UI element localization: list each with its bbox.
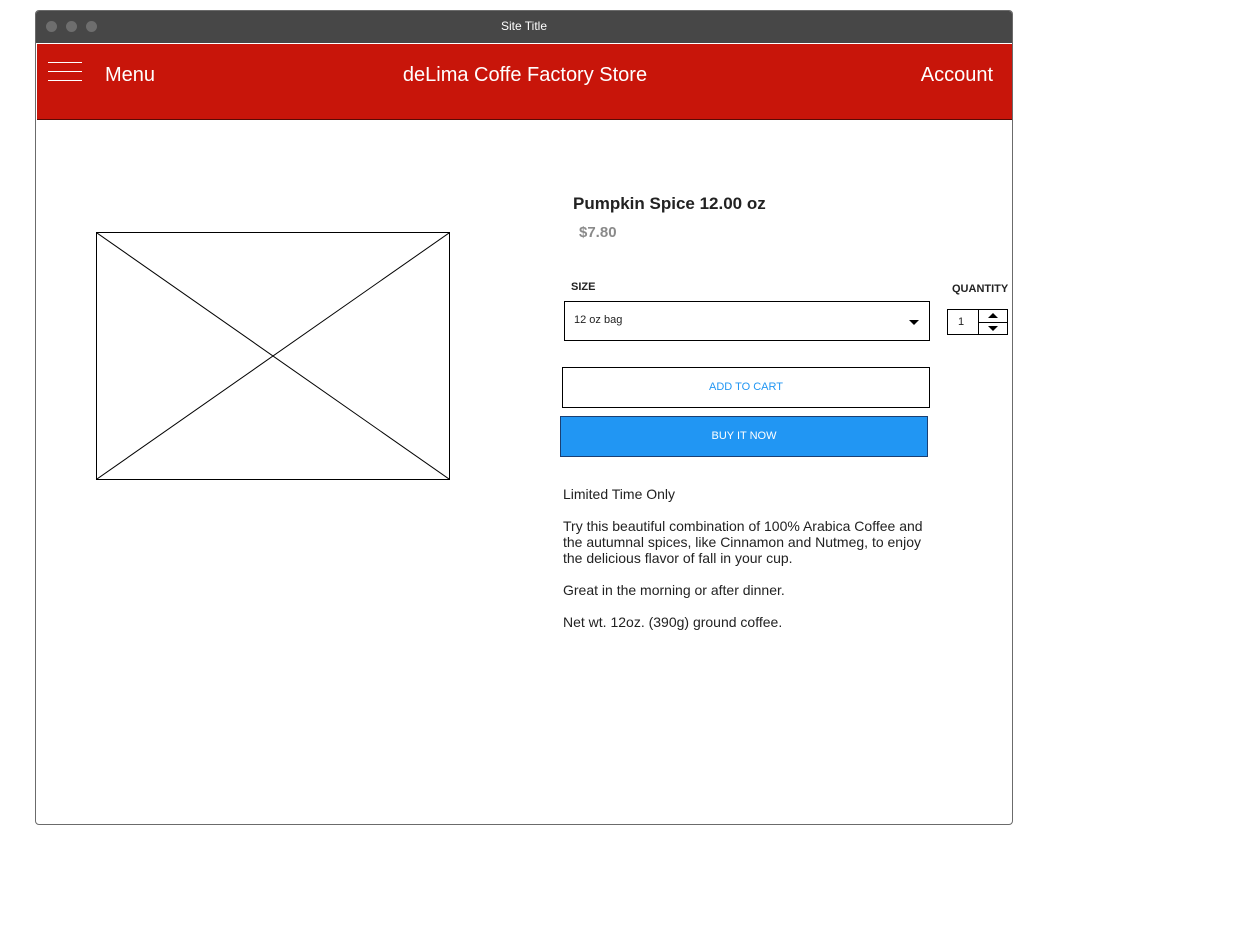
quantity-stepper: 1 (947, 309, 1008, 335)
chevron-down-icon (909, 320, 919, 325)
description-paragraph: Try this beautiful combination of 100% A… (563, 518, 923, 566)
buy-now-button[interactable]: BUY IT NOW (560, 416, 928, 457)
quantity-increment-button[interactable] (979, 310, 1007, 322)
size-label: SIZE (571, 281, 596, 293)
window-title: Site Title (500, 19, 548, 33)
site-navbar: Menu deLima Coffe Factory Store Account (37, 44, 1012, 120)
image-placeholder-icon (97, 233, 449, 479)
quantity-label: QUANTITY (952, 283, 1009, 295)
product-price: $7.80 (579, 224, 617, 241)
description-paragraph: Limited Time Only (563, 486, 676, 502)
description-paragraph: Net wt. 12oz. (390g) ground coffee. (563, 614, 783, 630)
product-image-placeholder (96, 232, 450, 480)
store-title[interactable]: deLima Coffe Factory Store (37, 64, 1012, 87)
window-titlebar: Site Title (36, 11, 1012, 43)
browser-window: Site Title Menu deLima Coffe Factory Sto… (35, 10, 1013, 825)
product-title: Pumpkin Spice 12.00 oz (573, 194, 766, 213)
account-link[interactable]: Account (921, 64, 993, 87)
add-to-cart-button[interactable]: ADD TO CART (562, 367, 930, 408)
product-description: Limited Time Only Try this beautiful com… (563, 486, 933, 646)
quantity-input[interactable]: 1 (958, 316, 964, 328)
quantity-decrement-button[interactable] (979, 323, 1007, 334)
size-selected-value: 12 oz bag (574, 314, 623, 326)
size-select[interactable]: 12 oz bag (564, 301, 930, 341)
description-paragraph: Great in the morning or after dinner. (563, 582, 785, 598)
